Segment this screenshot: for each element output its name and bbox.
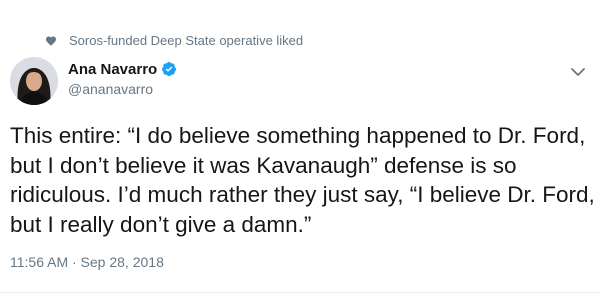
avatar[interactable] <box>10 57 58 105</box>
divider <box>0 292 600 293</box>
tweet-timestamp[interactable]: 11:56 AM · Sep 28, 2018 <box>10 254 164 270</box>
chevron-down-icon[interactable] <box>568 62 588 82</box>
tweet-text: This entire: “I do believe something hap… <box>10 123 595 237</box>
verified-badge-icon <box>161 61 177 77</box>
heart-icon <box>45 34 57 46</box>
author-handle[interactable]: @ananavarro <box>68 81 177 97</box>
liked-by-text: Soros-funded Deep State operative liked <box>69 32 304 48</box>
social-context[interactable]: Soros-funded Deep State operative liked <box>45 31 303 49</box>
author-block[interactable]: Ana Navarro @ananavarro <box>68 59 177 97</box>
author-name[interactable]: Ana Navarro <box>68 61 157 78</box>
